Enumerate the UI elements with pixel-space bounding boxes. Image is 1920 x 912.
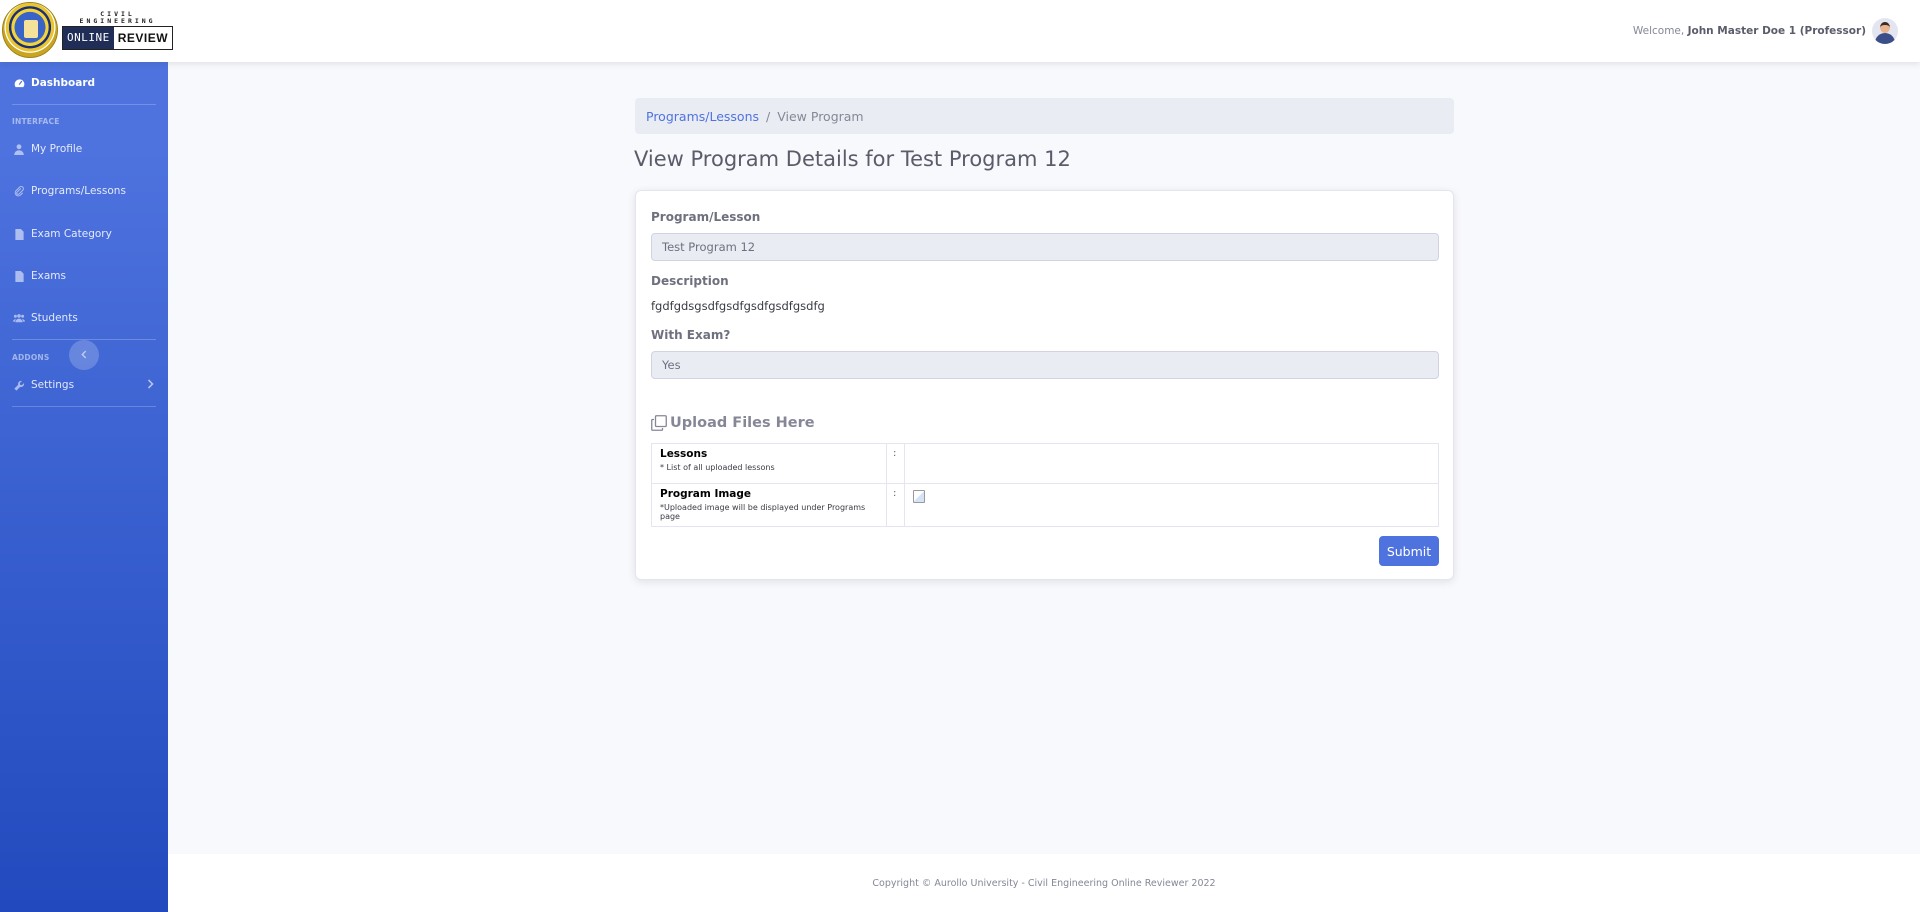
page-title: View Program Details for Test Program 12 bbox=[634, 147, 1071, 171]
user-icon bbox=[13, 143, 25, 155]
breadcrumb: Programs/Lessons / View Program bbox=[635, 98, 1454, 134]
upload-files-heading: Upload Files Here bbox=[651, 415, 815, 431]
sidebar-item-label: Dashboard bbox=[31, 77, 96, 89]
upload-files-title: Upload Files Here bbox=[670, 415, 815, 431]
paperclip-icon bbox=[13, 185, 25, 197]
breadcrumb-link-programs-lessons[interactable]: Programs/Lessons bbox=[646, 109, 759, 124]
document-icon bbox=[13, 228, 25, 240]
tachometer-icon bbox=[13, 77, 25, 89]
sidebar-item-label: Programs/Lessons bbox=[31, 185, 126, 197]
program-details-card: Program/Lesson Test Program 12 Descripti… bbox=[635, 190, 1454, 580]
separator-cell: : bbox=[886, 483, 905, 527]
table-row: Lessons * List of all uploaded lessons : bbox=[651, 443, 1439, 484]
with-exam-field[interactable]: Yes bbox=[651, 351, 1439, 379]
broken-image-icon bbox=[913, 490, 925, 503]
brand-top-text: CIVIL ENGINEERING bbox=[79, 9, 156, 25]
university-seal bbox=[2, 2, 58, 58]
brand-online-text: ONLINE bbox=[63, 26, 114, 49]
sidebar-heading-interface: INTERFACE bbox=[12, 117, 60, 126]
topbar: CIVIL ENGINEERING ONLINE REVIEW Welcome,… bbox=[0, 0, 1920, 62]
sidebar-item-label: Exam Category bbox=[31, 228, 112, 240]
sidebar-item-programs-lessons[interactable]: Programs/Lessons bbox=[0, 176, 168, 206]
breadcrumb-current: View Program bbox=[777, 108, 864, 124]
sidebar-item-label: My Profile bbox=[31, 143, 83, 155]
sidebar-item-exam-category[interactable]: Exam Category bbox=[0, 219, 168, 249]
chevron-right-icon bbox=[147, 378, 154, 392]
sidebar-heading-addons: ADDONS bbox=[12, 353, 50, 362]
user-dropdown[interactable]: Welcome, John Master Doe 1 (Professor) bbox=[1633, 18, 1898, 44]
sidebar-item-dashboard[interactable]: Dashboard bbox=[0, 68, 168, 98]
sidebar-item-label: Settings bbox=[31, 379, 75, 391]
sidebar-divider bbox=[12, 406, 156, 407]
user-name: John Master Doe 1 (Professor) bbox=[1687, 25, 1866, 37]
brand-wordmark: CIVIL ENGINEERING ONLINE REVIEW bbox=[62, 9, 174, 50]
program-lesson-label: Program/Lesson bbox=[651, 210, 761, 224]
brand-review-text: REVIEW bbox=[113, 26, 173, 49]
footer-copyright: Copyright © Aurollo University - Civil E… bbox=[872, 877, 1216, 889]
description-value: fgdfgdsgsdfgsdfgsdfgsdfgsdfg bbox=[651, 299, 825, 313]
upload-files-table: Lessons * List of all uploaded lessons :… bbox=[651, 443, 1439, 527]
lessons-title: Lessons bbox=[660, 448, 708, 460]
brand-box: ONLINE REVIEW bbox=[62, 25, 174, 50]
sidebar-item-label: Students bbox=[31, 312, 78, 324]
users-icon bbox=[13, 312, 25, 324]
program-lesson-field[interactable]: Test Program 12 bbox=[651, 233, 1439, 261]
breadcrumb-separator: / bbox=[766, 108, 771, 124]
avatar[interactable] bbox=[1872, 18, 1898, 44]
submit-button[interactable]: Submit bbox=[1379, 536, 1439, 566]
program-image-title: Program Image bbox=[660, 488, 752, 500]
welcome-text: Welcome, John Master Doe 1 (Professor) bbox=[1633, 25, 1866, 37]
with-exam-value: Yes bbox=[662, 358, 681, 372]
sidebar: Dashboard INTERFACE My Profile Programs/… bbox=[0, 62, 168, 912]
lessons-note: * List of all uploaded lessons bbox=[660, 463, 775, 472]
table-row: Program Image *Uploaded image will be di… bbox=[651, 483, 1439, 527]
lessons-files-cell bbox=[904, 443, 1439, 484]
wrench-icon bbox=[13, 379, 25, 391]
chevron-left-icon bbox=[81, 348, 87, 362]
program-lesson-value: Test Program 12 bbox=[662, 240, 756, 254]
program-image-cell: Program Image *Uploaded image will be di… bbox=[651, 483, 887, 527]
sidebar-item-settings[interactable]: Settings bbox=[0, 370, 168, 400]
program-image-preview-cell bbox=[904, 483, 1439, 527]
sidebar-item-label: Exams bbox=[31, 270, 66, 282]
lessons-cell: Lessons * List of all uploaded lessons bbox=[651, 443, 887, 484]
sidebar-toggle-button[interactable] bbox=[69, 340, 99, 370]
document-icon bbox=[13, 270, 25, 282]
separator-cell: : bbox=[886, 443, 905, 484]
sidebar-item-exams[interactable]: Exams bbox=[0, 261, 168, 291]
welcome-prefix: Welcome, bbox=[1632, 25, 1685, 37]
copy-icon bbox=[651, 415, 667, 431]
description-label: Description bbox=[651, 274, 729, 288]
site-logo[interactable]: CIVIL ENGINEERING ONLINE REVIEW bbox=[2, 2, 174, 58]
sidebar-divider bbox=[12, 104, 156, 105]
footer: Copyright © Aurollo University - Civil E… bbox=[168, 854, 1920, 912]
sidebar-item-my-profile[interactable]: My Profile bbox=[0, 134, 168, 164]
with-exam-label: With Exam? bbox=[651, 328, 731, 342]
sidebar-item-students[interactable]: Students bbox=[0, 303, 168, 333]
program-image-note: *Uploaded image will be displayed under … bbox=[660, 503, 866, 521]
